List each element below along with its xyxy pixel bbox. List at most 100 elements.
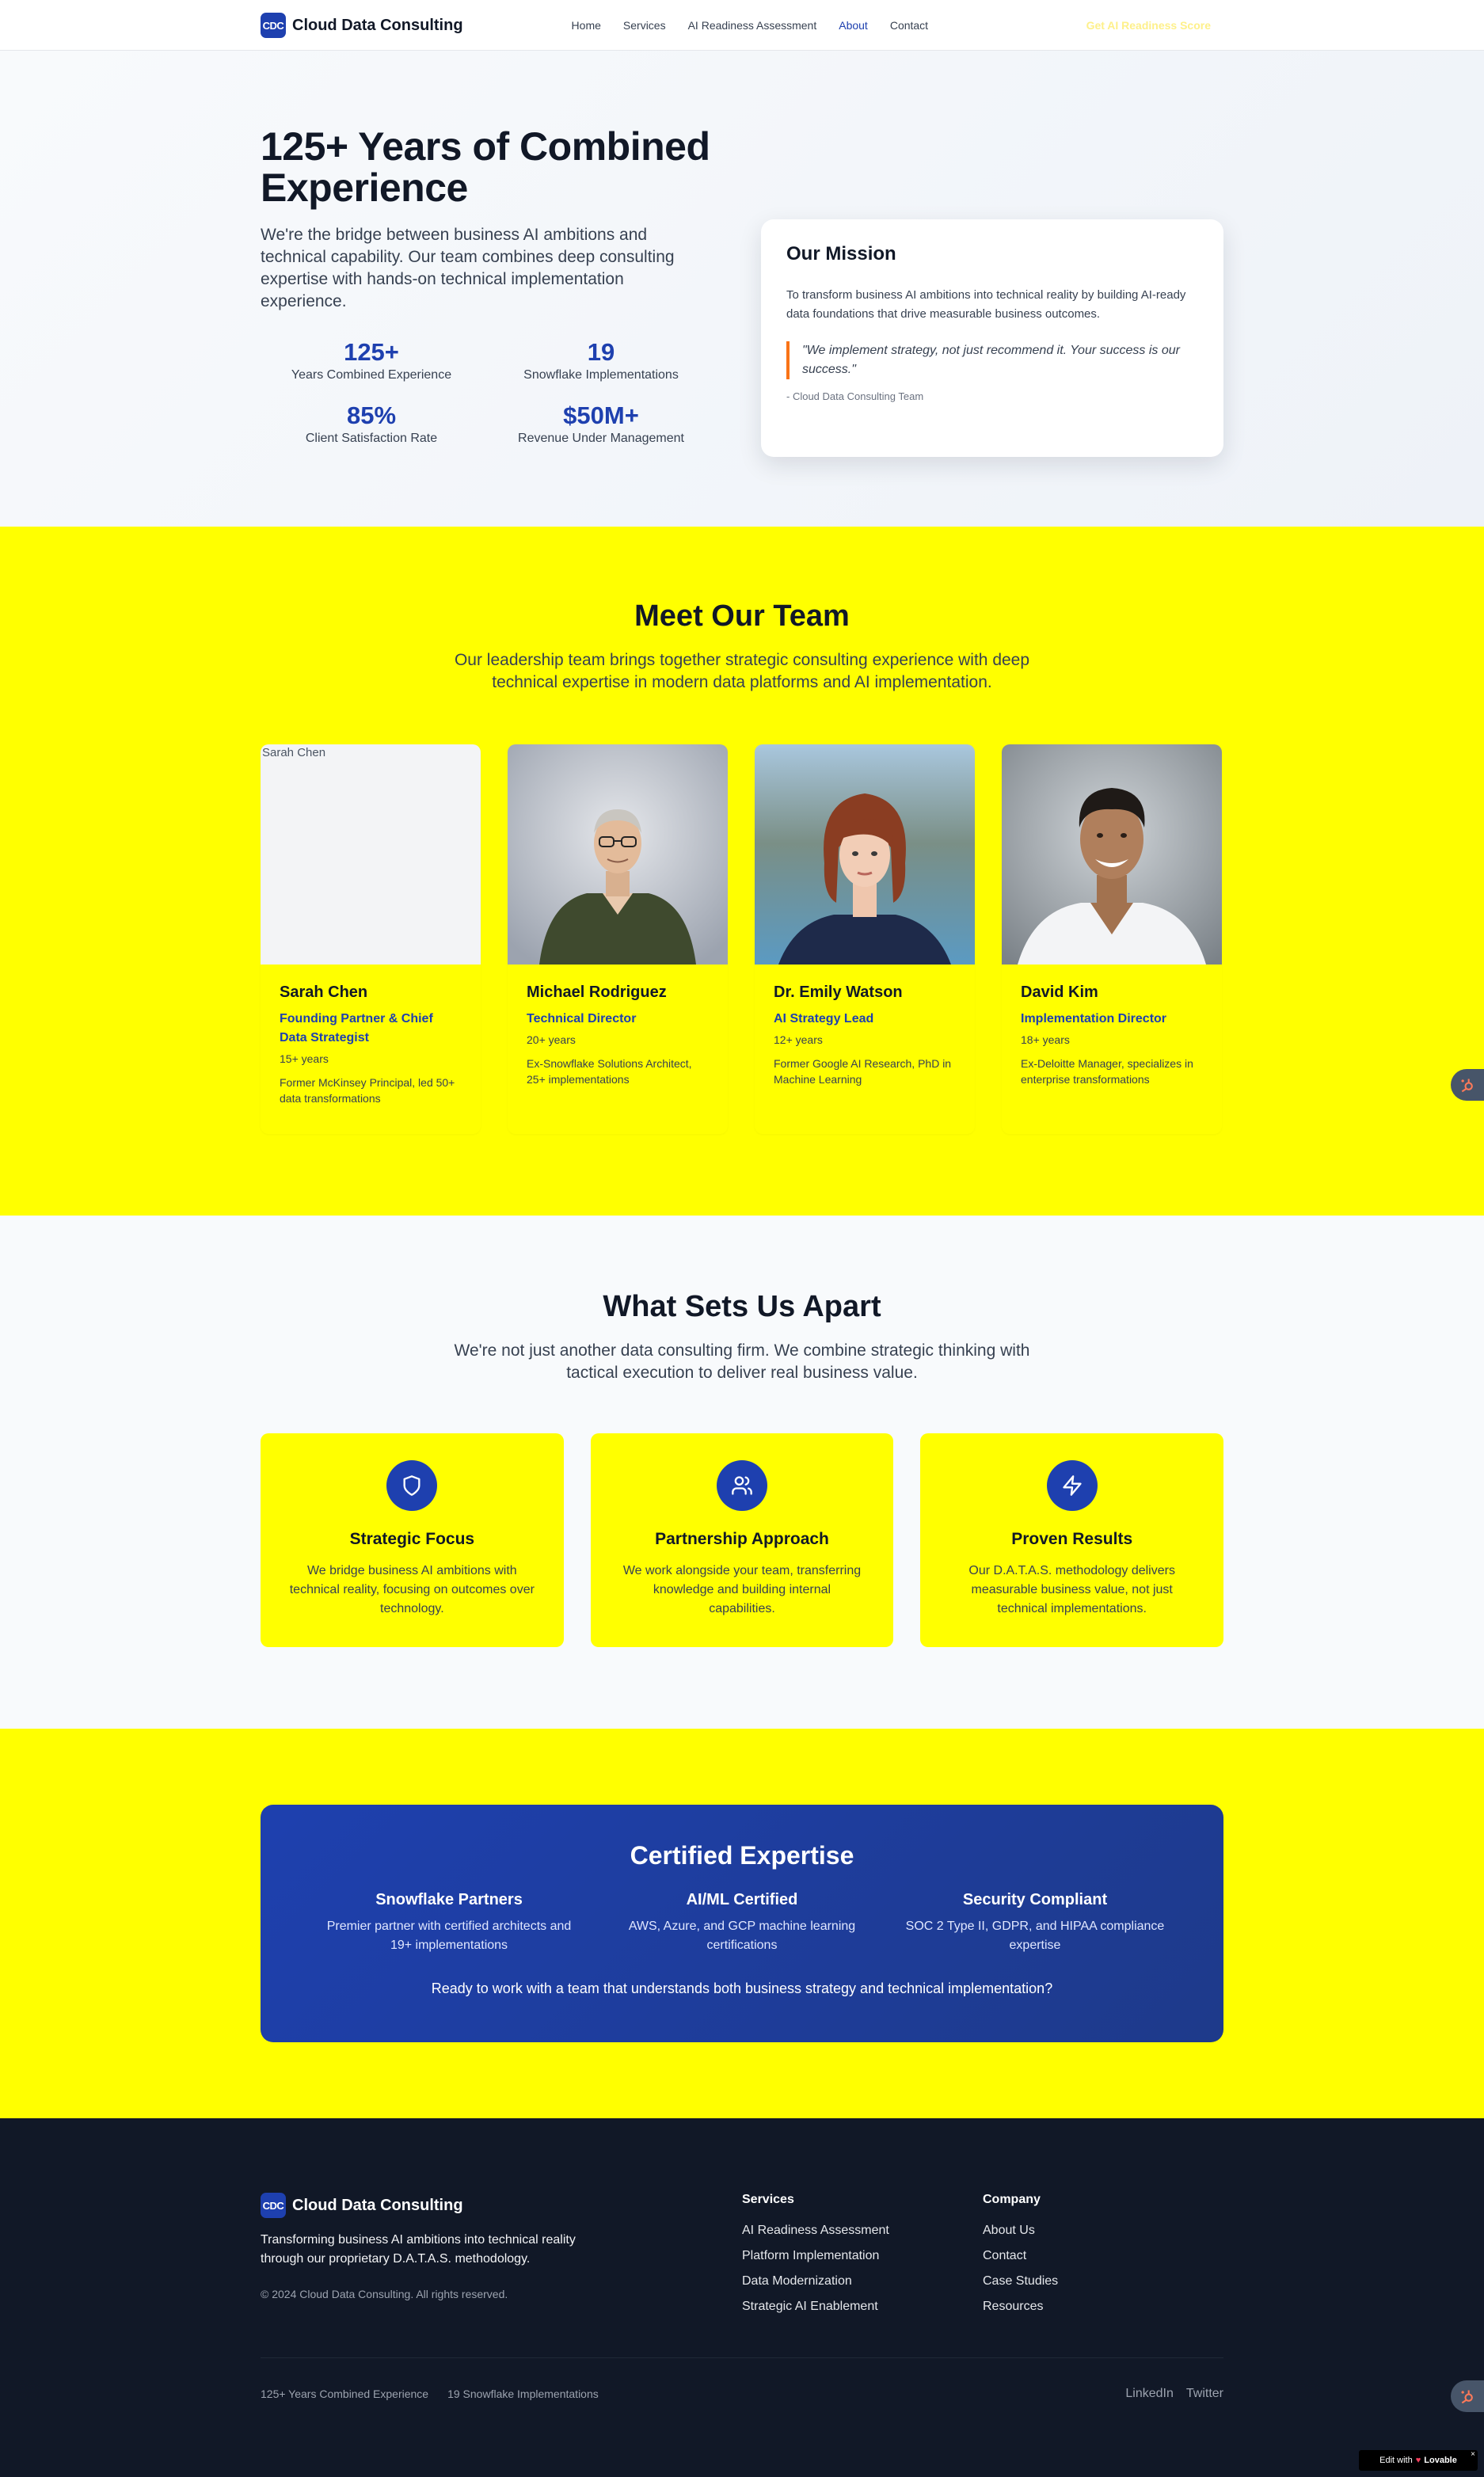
member-bio: Former Google AI Research, PhD in Machin… [774, 1057, 952, 1086]
footer-copyright: © 2024 Cloud Data Consulting. All rights… [261, 2288, 508, 2300]
member-photo [755, 744, 975, 965]
footer-company-title: Company [983, 2193, 1041, 2206]
nav-link-services[interactable]: Services [623, 19, 666, 32]
footer-services: Services AI Readiness Assessment Platfor… [742, 2193, 983, 2324]
member-name: Sarah Chen [280, 984, 368, 1001]
team-grid: Sarah Chen Sarah Chen Founding Partner &… [261, 744, 1223, 1134]
brand-name: Cloud Data Consulting [292, 16, 463, 34]
footer-logo[interactable]: CDC Cloud Data Consulting [261, 2193, 742, 2218]
footer-stat: 19 Snowflake Implementations [447, 2388, 599, 2400]
logo-badge: CDC [261, 2193, 286, 2218]
certified-title: Certified Expertise [630, 1841, 854, 1870]
footer-link[interactable]: AI Readiness Assessment [742, 2223, 983, 2239]
cert-item: Snowflake Partners Premier partner with … [303, 1891, 596, 1955]
linkedin-link[interactable]: LinkedIn [1125, 2387, 1174, 2401]
cert-item-text: Premier partner with certified architect… [326, 1920, 572, 1952]
stat-item: 19 Snowflake Implementations [482, 338, 720, 382]
cert-item-text: AWS, Azure, and GCP machine learning cer… [628, 1920, 856, 1952]
hubspot-widget-icon[interactable] [1451, 2380, 1484, 2412]
member-bio: Ex-Snowflake Solutions Architect, 25+ im… [527, 1057, 692, 1086]
footer-divider [261, 2357, 1223, 2358]
stat-value: $50M+ [563, 401, 639, 429]
team-member-card: Michael Rodriguez Technical Director 20+… [508, 744, 728, 1134]
member-photo-broken: Sarah Chen [261, 744, 481, 965]
stat-item: 85% Client Satisfaction Rate [261, 401, 482, 446]
stat-value: 125+ [344, 338, 399, 366]
hero-title: 125+ Years of Combined Experience [261, 124, 710, 210]
team-member-card: David Kim Implementation Director 18+ ye… [1002, 744, 1222, 1134]
nav-link-contact[interactable]: Contact [890, 19, 928, 32]
stat-value: 19 [587, 338, 615, 366]
cert-item-title: Snowflake Partners [375, 1891, 523, 1908]
member-role: AI Strategy Lead [774, 1012, 874, 1025]
cert-item: AI/ML Certified AWS, Azure, and GCP mach… [596, 1891, 888, 1955]
stat-label: Client Satisfaction Rate [305, 432, 438, 445]
certified-card: Certified Expertise Snowflake Partners P… [261, 1805, 1223, 2042]
team-member-card: Dr. Emily Watson AI Strategy Lead 12+ ye… [755, 744, 975, 1134]
lovable-prefix: Edit with [1379, 2456, 1413, 2465]
stat-label: Snowflake Implementations [523, 368, 679, 382]
edit-with-lovable-badge[interactable]: Edit with ♥ Lovable × [1359, 2450, 1478, 2471]
team-title: Meet Our Team [634, 599, 850, 633]
mission-card: Our Mission To transform business AI amb… [761, 219, 1223, 457]
member-years: 15+ years [280, 1052, 329, 1065]
stat-value: 85% [346, 401, 397, 429]
nav-link-ai-readiness[interactable]: AI Readiness Assessment [688, 19, 817, 32]
stat-item: $50M+ Revenue Under Management [482, 401, 720, 446]
member-name: Michael Rodriguez [527, 984, 667, 1001]
member-role: Founding Partner & Chief Data Strategist [280, 1012, 433, 1044]
stat-label: Revenue Under Management [518, 432, 684, 445]
feature-text: We work alongside your team, transferrin… [622, 1564, 862, 1615]
top-nav: CDC Cloud Data Consulting Home Services … [0, 0, 1484, 51]
footer: CDC Cloud Data Consulting Transforming b… [0, 2118, 1484, 2477]
apart-subtitle: We're not just another data consulting f… [454, 1341, 1030, 1382]
feature-text: We bridge business AI ambitions with tec… [289, 1564, 535, 1615]
lightning-icon [1046, 1460, 1098, 1511]
close-icon[interactable]: × [1471, 2450, 1475, 2459]
member-years: 12+ years [774, 1033, 823, 1046]
footer-link[interactable]: Platform Implementation [742, 2248, 983, 2264]
heart-icon: ♥ [1415, 2456, 1421, 2465]
cert-item-text: SOC 2 Type II, GDPR, and HIPAA complianc… [905, 1920, 1165, 1952]
hero-content: 125+ Years of Combined Experience We're … [261, 126, 728, 457]
certified-cta-text: Ready to work with a team that understan… [431, 1980, 1053, 1996]
footer-link[interactable]: Strategic AI Enablement [742, 2299, 983, 2315]
photo-alt-text: Sarah Chen [262, 746, 326, 759]
stat-item: 125+ Years Combined Experience [261, 338, 482, 382]
nav-link-about[interactable]: About [839, 19, 868, 32]
member-bio: Ex-Deloitte Manager, specializes in ente… [1021, 1057, 1193, 1086]
nav-links: Home Services AI Readiness Assessment Ab… [572, 19, 929, 32]
brand-name: Cloud Data Consulting [292, 2196, 463, 2214]
footer-bottom: 125+ Years Combined Experience 19 Snowfl… [261, 2387, 1223, 2401]
footer-link[interactable]: Contact [983, 2248, 1223, 2264]
apart-title: What Sets Us Apart [603, 1290, 881, 1323]
footer-link[interactable]: Case Studies [983, 2273, 1223, 2289]
team-subtitle: Our leadership team brings together stra… [454, 651, 1030, 691]
hubspot-widget-icon[interactable] [1451, 1069, 1484, 1101]
mission-text: To transform business AI ambitions into … [786, 288, 1186, 321]
users-icon [717, 1460, 767, 1511]
mission-title: Our Mission [786, 243, 896, 264]
member-years: 20+ years [527, 1033, 576, 1046]
footer-description: Transforming business AI ambitions into … [261, 2233, 576, 2266]
footer-link[interactable]: About Us [983, 2223, 1223, 2239]
feature-text: Our D.A.T.A.S. methodology delivers meas… [968, 1564, 1175, 1615]
footer-link[interactable]: Data Modernization [742, 2273, 983, 2289]
footer-services-title: Services [742, 2193, 794, 2206]
feature-card: Strategic Focus We bridge business AI am… [261, 1433, 564, 1647]
certified-section: Certified Expertise Snowflake Partners P… [0, 1729, 1484, 2118]
feature-title: Proven Results [1011, 1530, 1133, 1548]
brand-logo[interactable]: CDC Cloud Data Consulting [261, 13, 463, 38]
twitter-link[interactable]: Twitter [1186, 2387, 1223, 2401]
nav-link-home[interactable]: Home [572, 19, 601, 32]
lovable-brand: Lovable [1424, 2456, 1457, 2465]
member-photo [508, 744, 728, 965]
get-readiness-score-button[interactable]: Get AI Readiness Score [1086, 19, 1211, 32]
quote-author: - Cloud Data Consulting Team [786, 390, 924, 402]
member-photo [1002, 744, 1222, 965]
feature-card: Proven Results Our D.A.T.A.S. methodolog… [920, 1433, 1224, 1647]
feature-title: Partnership Approach [655, 1530, 829, 1548]
social-links: LinkedIn Twitter [1125, 2387, 1223, 2401]
footer-link[interactable]: Resources [983, 2299, 1223, 2315]
certified-columns: Snowflake Partners Premier partner with … [261, 1891, 1223, 1955]
